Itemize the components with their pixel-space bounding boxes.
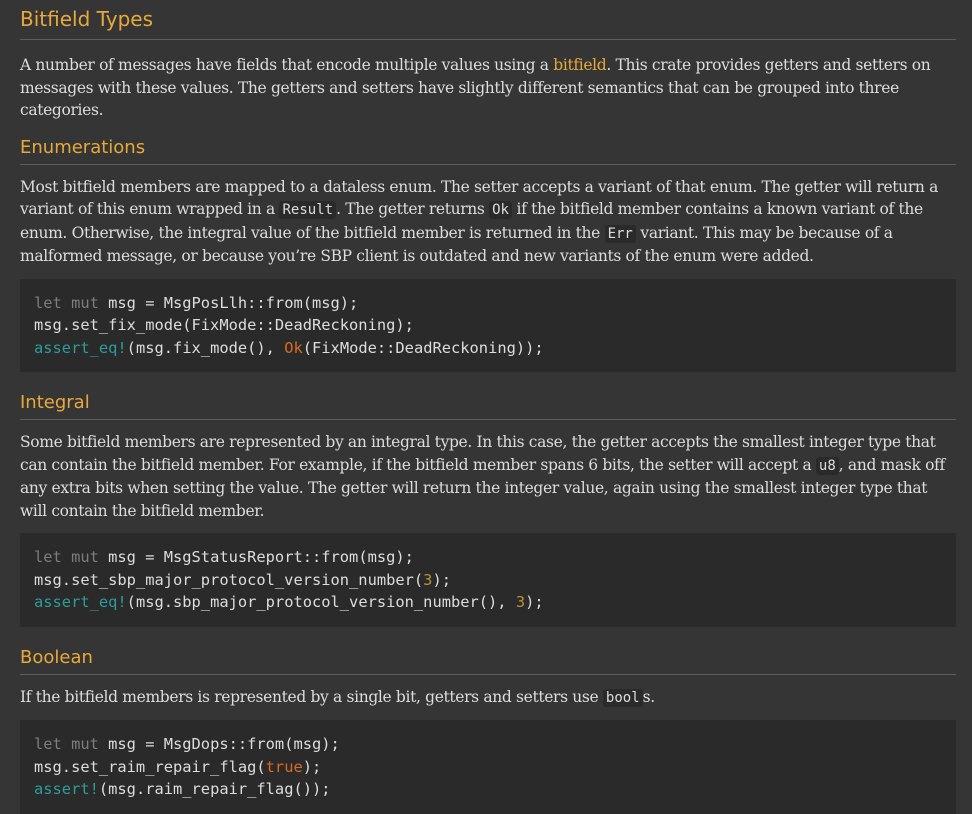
code-keyword: let mut [34, 735, 99, 753]
boolean-text-2: s. [642, 687, 656, 706]
inline-code-err: Err [604, 224, 636, 243]
code-keyword: let mut [34, 293, 99, 312]
code-bool-literal: true [265, 757, 303, 776]
code-macro: assert_eq! [34, 338, 127, 357]
intro-text-1: A number of messages have fields that en… [20, 56, 554, 74]
bitfield-link[interactable]: bitfield [553, 56, 606, 74]
inline-code-bool: bool [602, 688, 643, 707]
code-number: 3 [515, 593, 526, 611]
code-text: msg.set_raim_repair_flag( [34, 757, 266, 776]
code-macro: assert_eq! [34, 593, 127, 611]
code-text: msg.set_sbp_major_protocol_version_numbe… [34, 570, 424, 589]
code-text: msg = MsgStatusReport::from(msg); [98, 548, 414, 566]
code-block-boolean: let mut msg = MsgDops::from(msg); msg.se… [20, 720, 956, 814]
code-keyword: let mut [34, 548, 99, 566]
integral-paragraph: Some bitfield members are represented by… [20, 431, 956, 522]
boolean-paragraph: If the bitfield members is represented b… [20, 686, 956, 710]
inline-code-u8: u8 [815, 456, 839, 475]
code-text: (msg.sbp_major_protocol_version_number()… [126, 593, 516, 611]
code-text: msg = MsgDops::from(msg); [98, 735, 340, 753]
code-text: (FixMode::DeadReckoning)); [302, 338, 544, 357]
enum-text-2: . The getter returns [336, 200, 490, 218]
code-macro: assert! [34, 780, 99, 798]
code-text: msg.set_fix_mode(FixMode::DeadReckoning)… [34, 316, 414, 334]
inline-code-result: Result [279, 201, 337, 219]
code-text: (msg.fix_mode(), [126, 338, 285, 357]
code-block-enumerations: let mut msg = MsgPosLlh::from(msg); msg.… [20, 278, 956, 372]
section-heading-integral: Integral [20, 392, 956, 420]
integral-text-1: Some bitfield members are represented by… [20, 433, 936, 474]
code-text: ); [525, 593, 544, 611]
code-ok-variant: Ok [284, 338, 303, 357]
code-text: msg = MsgPosLlh::from(msg); [98, 293, 359, 312]
enumerations-paragraph: Most bitfield members are mapped to a da… [20, 176, 956, 268]
page-title: Bitfield Types [20, 0, 956, 40]
code-text: (msg.raim_repair_flag()); [98, 780, 331, 798]
section-heading-boolean: Boolean [20, 647, 956, 675]
intro-paragraph: A number of messages have fields that en… [20, 54, 956, 122]
code-text: ); [432, 570, 451, 589]
code-block-integral: let mut msg = MsgStatusReport::from(msg)… [20, 533, 956, 627]
boolean-text-1: If the bitfield members is represented b… [20, 687, 603, 706]
section-heading-enumerations: Enumerations [20, 137, 956, 165]
doc-content: Bitfield Types A number of messages have… [0, 0, 972, 814]
code-text: ); [302, 757, 322, 776]
inline-code-ok: Ok [489, 201, 512, 219]
